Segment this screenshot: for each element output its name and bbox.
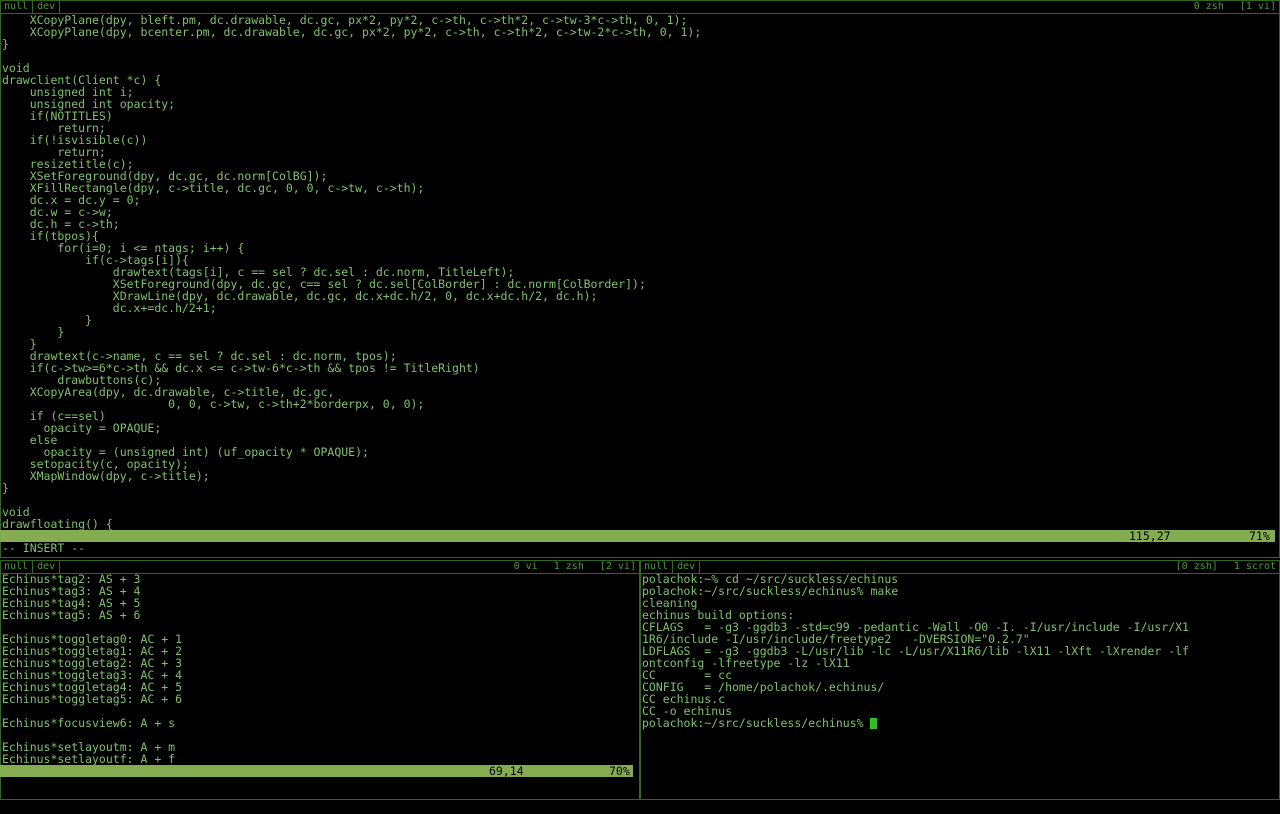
code-line: drawfloating() { [2,517,113,530]
code-line: void [2,61,30,75]
config-line: Echinus*tag5: AS + 6 [2,608,141,622]
tab-dev[interactable]: dev [33,0,61,13]
code-line: for(i=0; i <= ntags; i++) { [2,241,245,255]
config-line: Echinus*toggletag5: AC + 6 [2,692,183,706]
config-line: Echinus*setlayoutf: A + f [2,752,176,765]
terminal-output[interactable]: polachok:~% cd ~/src/suckless/echinus pol… [642,573,1278,793]
code-line: unsigned int i; [2,85,134,99]
code-line: dc.w = c->w; [2,205,113,219]
code-line: unsigned int opacity; [2,97,176,111]
tab-null[interactable]: null [640,560,674,573]
config-line: Echinus*focusview6: A + s [2,716,176,730]
scroll-percent: 71% [1249,529,1270,543]
tab-dev[interactable]: dev [33,560,61,573]
code-line: XCopyPlane(dpy, bcenter.pm, dc.drawable,… [2,25,702,39]
terminal-line: polachok:~/src/suckless/echinus% make [642,584,899,598]
cursor-position: 115,27 [1129,529,1171,543]
filename: .echinus/echinusrc [13,776,139,790]
bottom-right-tabbar: null dev [0 zsh] 1 scrot [640,560,1280,574]
window-vi-active[interactable]: [1 vi] [1240,1,1276,12]
window-zsh-active[interactable]: [0 zsh] [1176,561,1218,572]
code-line: dc.x+=dc.h/2+1; [2,301,217,315]
prompt-text: polachok:~/src/suckless/echinus% [642,716,871,730]
window-zsh[interactable]: 0 zsh [1194,1,1224,12]
code-line: } [2,325,65,339]
terminal-line: CC echinus.c [642,692,726,706]
tab-null[interactable]: null [0,0,34,13]
code-line: if(!isvisible(c)) [2,133,148,147]
top-statusline: draw.c 115,27 71% [0,529,1275,554]
code-editor[interactable]: XCopyPlane(dpy, bleft.pm, dc.drawable, d… [2,14,1278,530]
code-line: if(NOTITLES) [2,109,113,123]
terminal-line: ontconfig -lfreetype -lz -lX11 [642,656,850,670]
window-vi-active[interactable]: [2 vi] [600,561,636,572]
code-line: if(c->tw>=6*c->th && dc.x <= c->tw-6*c->… [2,361,480,375]
terminal-cursor [870,718,878,729]
terminal-line: CONFIG = /home/polachok/.echinus/ [642,680,885,694]
code-line: opacity = (unsigned int) (uf_opacity * O… [2,445,369,459]
window-vi[interactable]: 0 vi [514,561,538,572]
code-line: dc.h = c->th; [2,217,120,231]
code-line: opacity = OPAQUE; [2,421,162,435]
tab-null[interactable]: null [0,560,34,573]
tab-dev[interactable]: dev [673,560,701,573]
code-line: } [2,481,9,495]
code-line: return; [2,121,106,135]
bottom-left-statusline: .echinus/echinusrc 69,14 70% [0,764,633,789]
scroll-percent: 70% [609,764,630,778]
terminal-prompt[interactable]: polachok:~/src/suckless/echinus% [642,717,1278,729]
code-line: } [2,37,9,51]
code-line: drawclient(Client *c) { [2,73,162,87]
code-line: void [2,505,30,519]
bottom-left-tabbar: null dev 0 vi 1 zsh [2 vi] [0,560,640,574]
config-editor[interactable]: Echinus*tag2: AS + 3 Echinus*tag3: AS + 4… [2,573,638,765]
window-scrot[interactable]: 1 scrot [1234,561,1276,572]
window-zsh[interactable]: 1 zsh [554,561,584,572]
code-line: } [2,313,93,327]
code-line: return; [2,145,106,159]
code-line: if (c==sel) [2,409,106,423]
code-line: dc.x = dc.y = 0; [2,193,141,207]
code-line: 0, 0, c->tw, c->th+2*borderpx, 0, 0); [2,397,425,411]
cursor-position: 69,14 [489,764,524,778]
mode-indicator: -- INSERT -- [2,541,86,555]
top-tabbar: null dev 0 zsh [1 vi] [0,0,1280,14]
code-line: XMapWindow(dpy, c->title); [2,469,210,483]
code-line: XFillRectangle(dpy, c->title, dc.gc, 0, … [2,181,425,195]
